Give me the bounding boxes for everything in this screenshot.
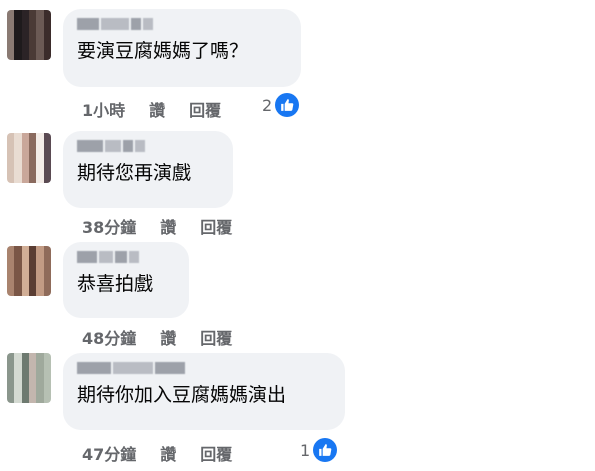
like-button[interactable]: 讚 [149, 97, 165, 121]
reaction-summary[interactable]: 1 [300, 438, 338, 462]
reaction-summary[interactable]: 2 [262, 93, 300, 117]
reply-button[interactable]: 回覆 [200, 441, 232, 465]
comment-bubble: 恭喜拍戲 [63, 242, 189, 318]
avatar[interactable] [7, 246, 51, 296]
like-button[interactable]: 讚 [160, 325, 176, 349]
reply-button[interactable]: 回覆 [200, 325, 232, 349]
reply-button[interactable]: 回覆 [200, 214, 232, 238]
reaction-count: 1 [300, 440, 311, 460]
thumbs-up-icon [313, 438, 338, 462]
thumbs-up-icon [275, 93, 300, 117]
comment-text: 要演豆腐媽媽了嗎？ [77, 40, 249, 62]
avatar[interactable] [7, 10, 51, 60]
comment-bubble: 要演豆腐媽媽了嗎？ [63, 9, 301, 87]
reaction-count: 2 [262, 95, 273, 115]
comment-text: 期待你加入豆腐媽媽演出 [77, 384, 287, 406]
commenter-name-redacted[interactable] [77, 362, 331, 374]
comment-text: 恭喜拍戲 [77, 273, 154, 295]
reply-button[interactable]: 回覆 [189, 97, 221, 121]
commenter-name-redacted[interactable] [77, 18, 287, 30]
commenter-name-redacted[interactable] [77, 140, 219, 152]
comment-bubble: 期待你加入豆腐媽媽演出 [63, 353, 345, 430]
comment-bubble: 期待您再演戲 [63, 131, 233, 208]
avatar[interactable] [7, 133, 51, 183]
comment-timestamp[interactable]: 1小時 [82, 97, 125, 121]
comment-timestamp[interactable]: 48分鐘 [82, 325, 136, 349]
comment-timestamp[interactable]: 38分鐘 [82, 214, 136, 238]
avatar[interactable] [7, 353, 51, 403]
like-button[interactable]: 讚 [160, 441, 176, 465]
comment-text: 期待您再演戲 [77, 162, 192, 184]
comment-timestamp[interactable]: 47分鐘 [82, 441, 136, 465]
commenter-name-redacted[interactable] [77, 251, 175, 263]
like-button[interactable]: 讚 [160, 214, 176, 238]
